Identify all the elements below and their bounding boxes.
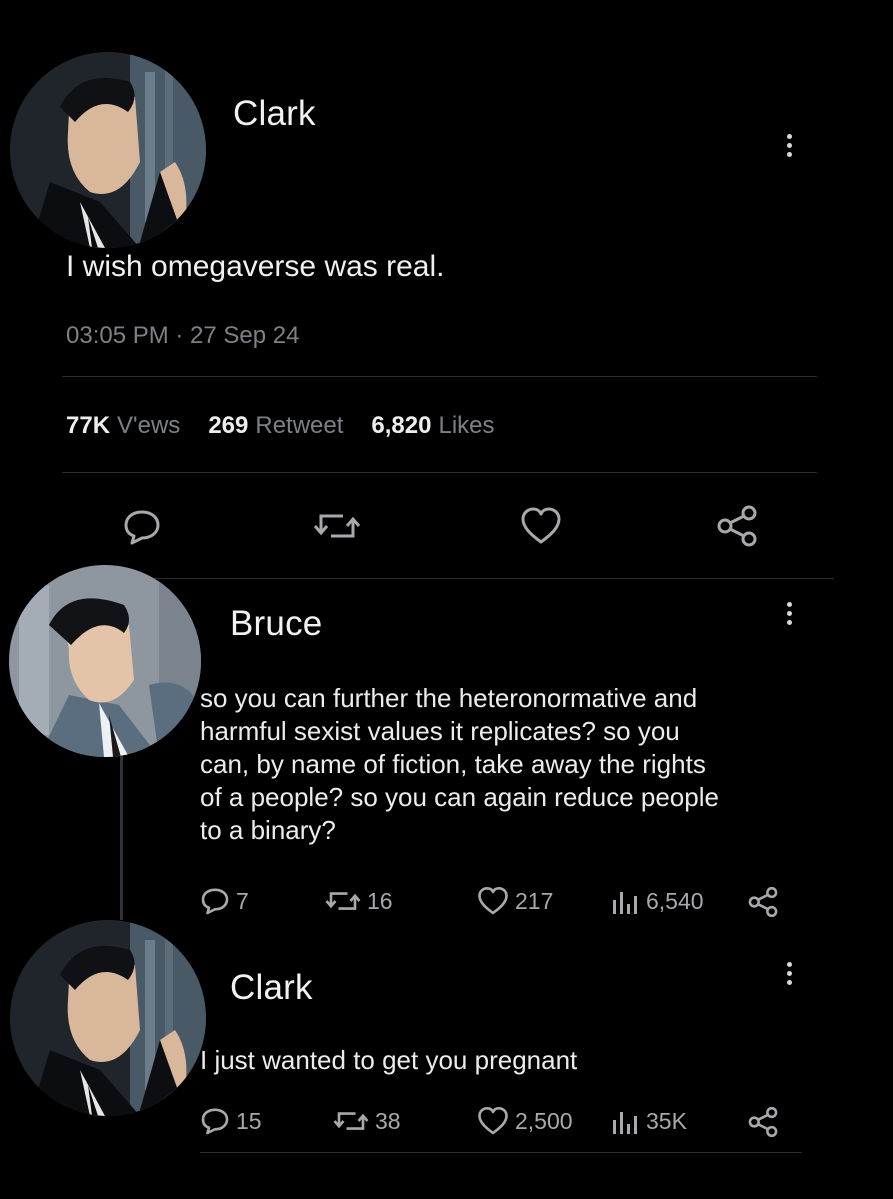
- reply-text: so you can further the heteronormative a…: [200, 682, 719, 847]
- heart-icon: [478, 886, 508, 915]
- reply-text: I just wanted to get you pregnant: [200, 1044, 577, 1077]
- thread-page: Clark I wish omegaverse was real. 03:05 …: [0, 0, 893, 1199]
- divider: [62, 376, 817, 377]
- views-bar-icon: [613, 892, 637, 914]
- reply-text-line: can, by name of fiction, take away the r…: [200, 749, 706, 779]
- views-label: V'ews: [117, 412, 181, 439]
- clark-avatar[interactable]: [10, 52, 206, 248]
- reply-comment-button[interactable]: 15: [200, 1106, 262, 1136]
- divider: [62, 472, 817, 473]
- divider: [62, 578, 834, 579]
- reply-comment-button[interactable]: 7: [200, 886, 249, 916]
- reply-share-button[interactable]: [747, 886, 779, 918]
- retweet-icon[interactable]: [313, 506, 361, 546]
- reply-author-name[interactable]: Bruce: [230, 604, 322, 644]
- reply-text-line: harmful sexist values it replicates? so …: [200, 716, 680, 746]
- reply-views[interactable]: 6,540: [610, 886, 704, 916]
- views-count: 77K: [66, 412, 111, 439]
- heart-icon: [478, 1106, 508, 1135]
- comment-icon: [201, 1108, 229, 1135]
- bruce-avatar[interactable]: [9, 565, 201, 757]
- likes-count[interactable]: 6,820: [371, 412, 431, 440]
- comment-icon[interactable]: [122, 508, 162, 546]
- reply-count: 15: [236, 1107, 262, 1134]
- share-icon[interactable]: [715, 504, 759, 548]
- reply-text-line: to a binary?: [200, 815, 336, 845]
- reply-text-line: so you can further the heteronormative a…: [200, 683, 698, 713]
- more-vertical-icon[interactable]: [787, 602, 793, 625]
- reply-author-name[interactable]: Clark: [230, 968, 313, 1008]
- tweet-stats: 77K V'ews 269 Retweet 6,820 Likes: [66, 412, 495, 440]
- comment-icon: [201, 888, 229, 915]
- reply-text-line: of a people? so you can again reduce peo…: [200, 782, 719, 812]
- reply-share-button[interactable]: [747, 1106, 779, 1138]
- like-count: 217: [515, 887, 554, 914]
- tweet-timestamp: 03:05 PM · 27 Sep 24: [66, 322, 300, 349]
- reply-like-button[interactable]: 2,500: [477, 1106, 573, 1136]
- retweet-icon: [325, 892, 361, 910]
- reply-like-button[interactable]: 217: [477, 886, 553, 916]
- views-bar-icon: [613, 1112, 637, 1134]
- share-icon: [748, 1106, 778, 1138]
- reply-views[interactable]: 35K: [610, 1106, 687, 1136]
- share-icon: [748, 886, 778, 918]
- tweet-text: I wish omegaverse was real.: [66, 250, 445, 283]
- tweet-author-name[interactable]: Clark: [233, 94, 316, 134]
- retweets-count[interactable]: 269: [208, 412, 248, 440]
- retweets-label[interactable]: Retweet: [255, 412, 343, 440]
- reply-count: 7: [236, 887, 249, 914]
- more-vertical-icon[interactable]: [787, 134, 793, 157]
- likes-label[interactable]: Likes: [438, 412, 494, 440]
- clark-avatar[interactable]: [10, 920, 206, 1116]
- like-count: 2,500: [515, 1107, 573, 1134]
- views-count: 35K: [646, 1107, 687, 1134]
- reply-retweet-button[interactable]: 16: [325, 886, 393, 916]
- reply-text-line: I just wanted to get you pregnant: [200, 1045, 578, 1075]
- views-count: 6,540: [646, 887, 704, 914]
- retweet-count: 16: [367, 887, 393, 914]
- retweet-count: 38: [375, 1107, 401, 1134]
- reply-retweet-button[interactable]: 38: [333, 1106, 401, 1136]
- more-vertical-icon[interactable]: [787, 962, 793, 985]
- retweet-icon: [333, 1112, 369, 1130]
- divider: [200, 1152, 802, 1153]
- heart-icon[interactable]: [520, 506, 562, 546]
- thread-line: [120, 755, 123, 920]
